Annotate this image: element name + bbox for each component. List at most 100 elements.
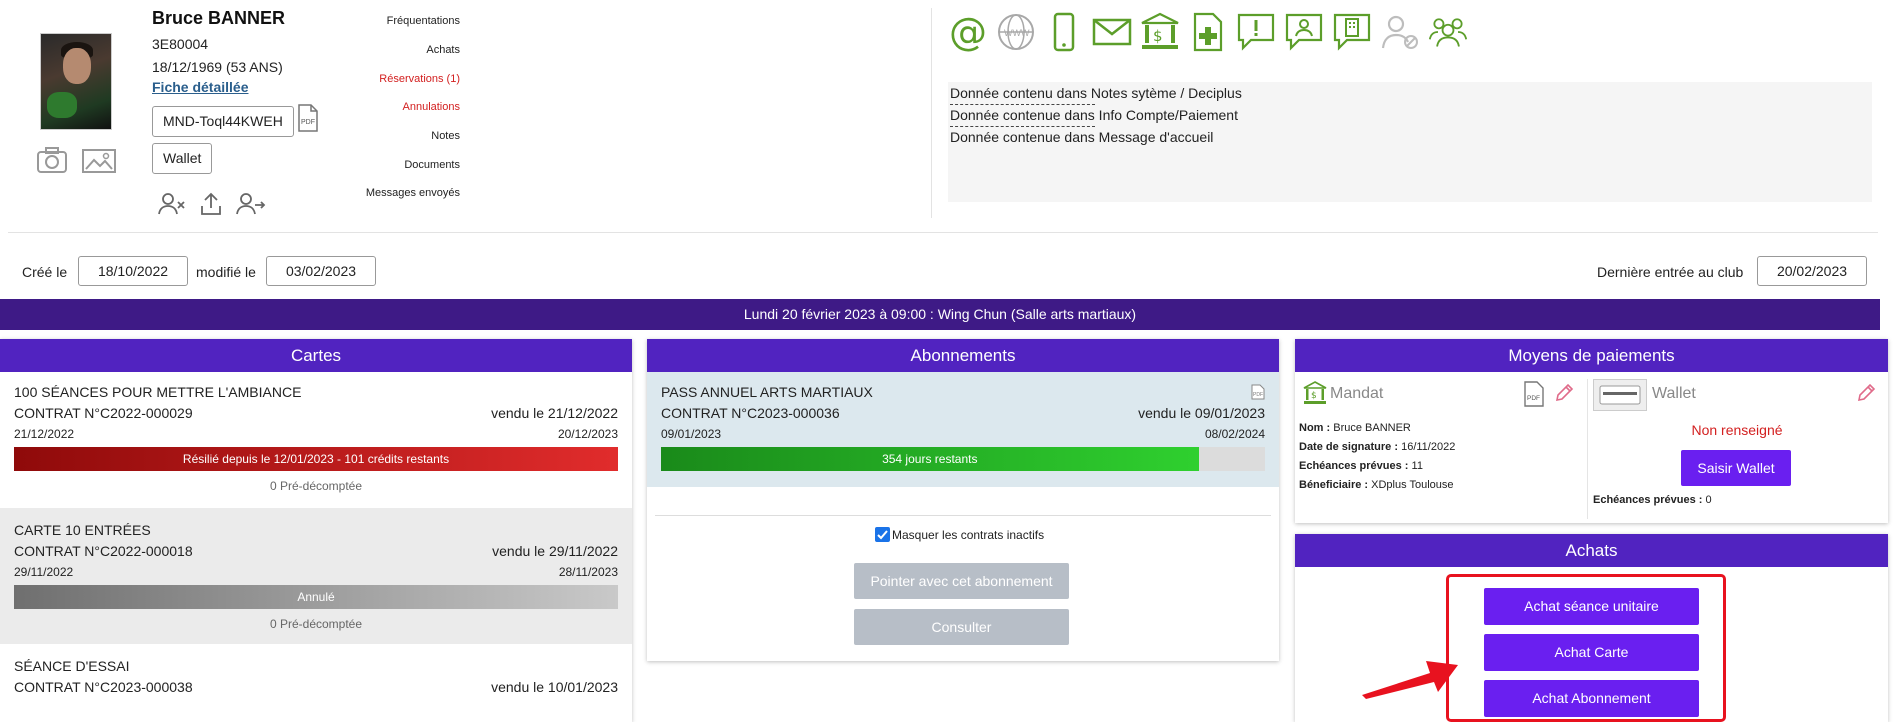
pdf-icon[interactable]: PDF — [297, 104, 319, 137]
highlight-box — [1446, 574, 1726, 722]
carte-name: CARTE 10 ENTRÉES — [14, 522, 151, 538]
abonnement-item[interactable]: PASS ANNUEL ARTS MARTIAUX PDF CONTRAT N°… — [647, 372, 1279, 487]
svg-text:$: $ — [1153, 27, 1163, 45]
profile-code: 3E80004 — [152, 36, 209, 52]
carte-contract: CONTRAT N°C2022-000018 — [14, 543, 193, 559]
note-separator — [950, 104, 1095, 105]
mail-envelope-icon[interactable] — [1092, 12, 1132, 52]
consulter-button[interactable]: Consulter — [854, 609, 1069, 645]
mobile-phone-icon[interactable] — [1044, 12, 1084, 52]
mandate-ref-button[interactable]: MND-Toql44KWEH — [152, 106, 294, 137]
carte-sold-date: vendu le 21/12/2022 — [491, 405, 618, 421]
saisir-wallet-button[interactable]: Saisir Wallet — [1681, 450, 1791, 486]
mandat-echeances: 11 — [1411, 460, 1423, 472]
achats-header: Achats — [1295, 534, 1888, 567]
abonnements-header: Abonnements — [647, 339, 1279, 372]
created-date-field[interactable]: 18/10/2022 — [78, 256, 188, 286]
abonnement-name: PASS ANNUEL ARTS MARTIAUX — [661, 384, 873, 400]
bank-icon[interactable]: $ — [1140, 12, 1180, 52]
user-blocked-icon[interactable] — [1380, 12, 1420, 52]
cartes-panel: Cartes 100 SÉANCES POUR METTRE L'AMBIANC… — [0, 339, 632, 722]
email-at-icon[interactable]: @ — [948, 12, 988, 52]
carte-item[interactable]: SÉANCE D'ESSAI CONTRAT N°C2023-000038 ve… — [0, 644, 632, 722]
next-booking-banner[interactable]: Lundi 20 février 2023 à 09:00 : Wing Chu… — [0, 299, 1880, 330]
menu-messages-envoyes[interactable]: Messages envoyés — [320, 187, 460, 199]
profile-photo — [40, 33, 112, 130]
menu-notes[interactable]: Notes — [320, 130, 460, 142]
profile-name: Bruce BANNER — [152, 8, 286, 28]
mandat-title: Mandat — [1330, 385, 1384, 402]
carte-sold-date: vendu le 10/01/2023 — [491, 679, 618, 695]
last-entry-label: Dernière entrée au club — [1597, 264, 1744, 280]
note-line-1: Donnée contenu dans Notes sytème / Decip… — [950, 85, 1242, 101]
mandat-details: Nom : Bruce BANNER Date de signature : 1… — [1299, 422, 1579, 512]
menu-frequentations[interactable]: Fréquentations — [320, 15, 460, 27]
abonnement-progress-fill: 354 jours restants — [661, 447, 1199, 471]
carte-item[interactable]: 100 SÉANCES POUR METTRE L'AMBIANCE CONTR… — [0, 372, 632, 508]
carte-name: 100 SÉANCES POUR METTRE L'AMBIANCE — [14, 384, 302, 400]
svg-text:PDF: PDF — [1527, 395, 1540, 402]
svg-text:WWW: WWW — [1004, 28, 1030, 38]
carte-start-date: 21/12/2022 — [14, 427, 75, 441]
carte-pre-decomptee: 0 Pré-décomptée — [269, 479, 363, 493]
carte-end-date: 28/11/2023 — [558, 565, 618, 579]
mandat-signature-date: 16/11/2022 — [1401, 441, 1456, 453]
mandat-pdf-icon[interactable]: PDF — [1524, 381, 1544, 412]
carte-start-date: 29/11/2022 — [14, 565, 74, 579]
camera-icon[interactable] — [36, 146, 68, 179]
wallet-title: Wallet — [1652, 385, 1696, 402]
mandat-edit-icon[interactable] — [1553, 382, 1575, 409]
company-message-icon[interactable] — [1332, 12, 1372, 52]
menu-annulations[interactable]: Annulations — [320, 101, 461, 113]
alert-message-icon[interactable] — [1236, 12, 1276, 52]
abonnement-start-date: 09/01/2023 — [661, 427, 722, 441]
mandat-signature-label: Date de signature : — [1299, 441, 1399, 453]
image-icon[interactable] — [82, 149, 116, 178]
last-entry-date-field[interactable]: 20/02/2023 — [1757, 256, 1867, 286]
upload-icon[interactable] — [199, 192, 223, 221]
created-label: Créé le — [22, 264, 68, 280]
svg-text:@: @ — [949, 12, 987, 52]
annotation-arrow-icon — [1360, 655, 1460, 705]
mandat-beneficiaire: XDplus Toulouse — [1371, 479, 1454, 491]
user-remove-icon[interactable] — [158, 192, 186, 221]
wallet-edit-icon[interactable] — [1855, 382, 1877, 409]
card-reader-icon — [1593, 379, 1647, 411]
menu-achats[interactable]: Achats — [320, 44, 460, 56]
users-group-icon[interactable] — [1428, 12, 1468, 52]
contact-icons-bar: @ WWW $ — [948, 12, 1468, 56]
cartes-header: Cartes — [0, 339, 632, 372]
vertical-divider — [931, 8, 932, 218]
carte-item[interactable]: CARTE 10 ENTRÉES CONTRAT N°C2022-000018 … — [0, 508, 632, 644]
abonnement-contract: CONTRAT N°C2023-000036 — [661, 405, 840, 421]
notes-panel: Donnée contenu dans Notes sytème / Decip… — [948, 82, 1872, 202]
svg-text:$: $ — [1311, 391, 1317, 401]
svg-text:PDF: PDF — [1253, 392, 1263, 398]
note-line-2: Donnée contenue dans Info Compte/Paiemen… — [950, 107, 1238, 123]
user-message-icon[interactable] — [1284, 12, 1324, 52]
mandat-beneficiaire-label: Béneficiaire : — [1299, 479, 1369, 491]
wallet-echeances: 0 — [1705, 494, 1712, 506]
wallet-button[interactable]: Wallet — [152, 143, 213, 174]
menu-documents[interactable]: Documents — [320, 159, 460, 171]
carte-contract: CONTRAT N°C2022-000029 — [14, 405, 193, 421]
pointer-abonnement-button[interactable]: Pointer avec cet abonnement — [854, 563, 1069, 599]
profile-birth: 18/12/1969 (53 ANS) — [152, 59, 283, 75]
abonnements-panel: Abonnements PASS ANNUEL ARTS MARTIAUX PD… — [647, 339, 1279, 661]
menu-reservations[interactable]: Réservations (1) — [320, 73, 460, 85]
website-icon[interactable]: WWW — [996, 12, 1036, 52]
mask-inactive-label: Masquer les contrats inactifs — [892, 527, 1045, 542]
modified-date-field[interactable]: 03/02/2023 — [266, 256, 376, 286]
user-transfer-icon[interactable] — [236, 192, 266, 221]
pdf-icon[interactable]: PDF — [1251, 384, 1265, 405]
fiche-detaillee-link[interactable]: Fiche détaillée — [152, 79, 248, 95]
medical-document-icon[interactable] — [1188, 12, 1228, 52]
note-line-3: Donnée contenue dans Message d'accueil — [950, 129, 1214, 145]
carte-status-bar: Résilié depuis le 12/01/2023 - 101 crédi… — [14, 447, 618, 471]
carte-end-date: 20/12/2023 — [557, 427, 618, 441]
carte-name: SÉANCE D'ESSAI — [14, 658, 130, 674]
mask-inactive-row[interactable]: Masquer les contrats inactifs — [875, 527, 1044, 542]
abonnement-progress-track: 354 jours restants — [661, 447, 1265, 471]
abonnement-end-date: 08/02/2024 — [1204, 427, 1265, 441]
mask-inactive-checkbox[interactable] — [875, 527, 890, 542]
